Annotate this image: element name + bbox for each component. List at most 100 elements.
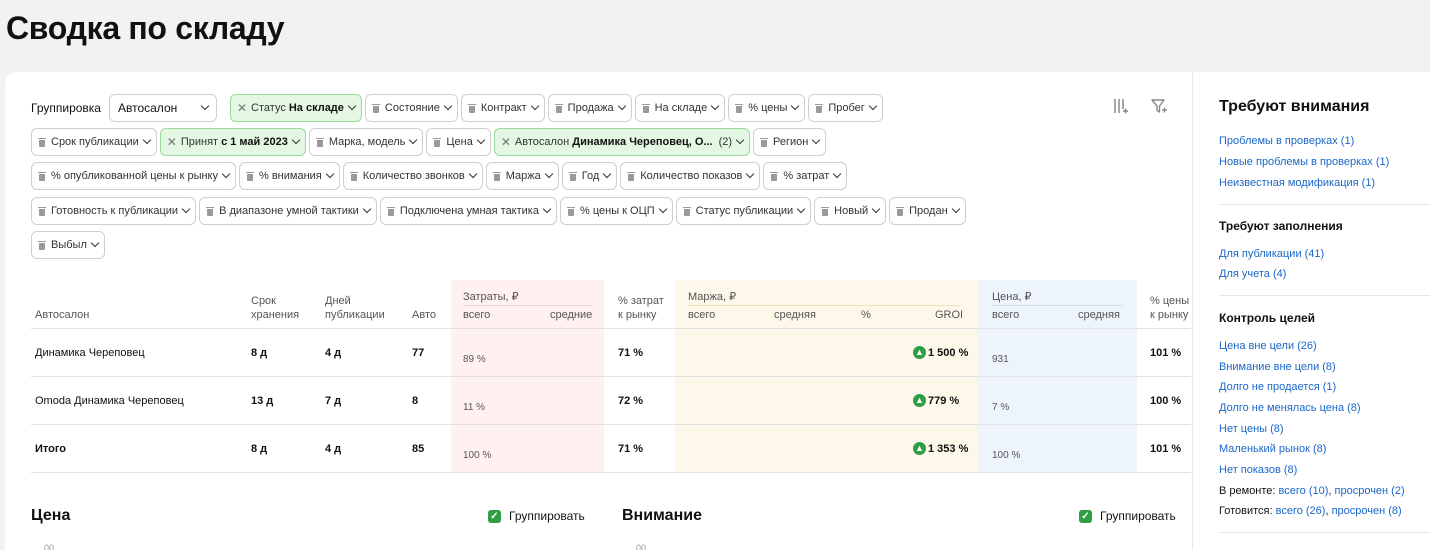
filter-chip-region[interactable]: Регион — [753, 128, 827, 156]
trash-icon[interactable] — [371, 103, 380, 113]
filter-chip-price[interactable]: Цена — [426, 128, 491, 156]
columns-settings-icon[interactable] — [1112, 97, 1130, 115]
header-days-pub[interactable]: Дней публикации — [325, 294, 395, 322]
trash-icon[interactable] — [554, 103, 563, 113]
trash-icon[interactable] — [627, 171, 636, 181]
filter-chip-dealer[interactable]: ✕ Автосалон Динамика Череповец, О... (2) — [493, 128, 751, 156]
header-price-avg[interactable]: средняя — [1078, 308, 1120, 322]
link-price-unchanged[interactable]: Долго не менялась цена (8) — [1219, 402, 1361, 414]
trash-icon[interactable] — [246, 171, 254, 181]
filter-chip-contract[interactable]: Контракт — [460, 94, 545, 122]
filter-chip-condition[interactable]: Состояние — [364, 94, 458, 122]
row-1-dealer[interactable]: Динамика Череповец — [35, 347, 145, 359]
header-margin-pct[interactable]: % — [861, 308, 871, 322]
header-costs-total[interactable]: всего — [463, 308, 490, 322]
filter-chip-sold[interactable]: Продан — [889, 197, 966, 225]
add-filter-icon[interactable] — [1150, 97, 1168, 115]
close-icon[interactable]: ✕ — [167, 135, 177, 149]
filter-chip-smart-enabled[interactable]: Подключена умная тактика — [379, 197, 557, 225]
header-costs-avg[interactable]: средние — [550, 308, 592, 322]
filter-chip-pub-term[interactable]: Срок публикации — [31, 128, 157, 156]
link-check-problems[interactable]: Проблемы в проверках (1) — [1219, 135, 1354, 147]
link-for-accounting[interactable]: Для учета (4) — [1219, 268, 1286, 280]
trash-icon[interactable] — [896, 206, 905, 216]
filter-chip-make-model[interactable]: Марка, модель — [308, 128, 424, 156]
trash-icon[interactable] — [492, 171, 501, 181]
trash-icon[interactable] — [38, 171, 46, 181]
header-groi[interactable]: GROI — [935, 308, 963, 322]
filter-chip-smart-range[interactable]: В диапазоне умной тактики — [199, 197, 377, 225]
link-price-off-target[interactable]: Цена вне цели (26) — [1219, 340, 1317, 352]
header-margin-total[interactable]: всего — [688, 308, 715, 322]
trash-icon[interactable] — [770, 171, 779, 181]
filter-chip-year[interactable]: Год — [561, 162, 618, 190]
link-small-market[interactable]: Маленький рынок (8) — [1219, 443, 1326, 455]
trash-icon[interactable] — [682, 206, 691, 216]
filter-chip-status[interactable]: ✕ Статус На складе — [229, 94, 362, 122]
grouping-select[interactable]: Автосалон — [108, 94, 217, 122]
link-long-unsold[interactable]: Долго не продается (1) — [1219, 381, 1336, 393]
trash-icon[interactable] — [433, 137, 442, 147]
filter-chip-sale[interactable]: Продажа — [547, 94, 632, 122]
trash-icon[interactable] — [760, 137, 769, 147]
header-cars[interactable]: Авто — [412, 308, 436, 322]
close-icon[interactable]: ✕ — [501, 135, 511, 149]
attention-group-checkbox[interactable]: ✓ Группировать — [1079, 509, 1176, 523]
link-for-publication[interactable]: Для публикации (41) — [1219, 248, 1324, 260]
header-margin-avg[interactable]: средняя — [774, 308, 816, 322]
link-repair-overdue[interactable]: просрочен (2) — [1335, 485, 1405, 497]
filter-chip-in-stock[interactable]: На складе — [634, 94, 726, 122]
trash-icon[interactable] — [735, 103, 744, 113]
row-2-dealer[interactable]: Omoda Динамика Череповец — [35, 395, 184, 407]
filter-chip-retired[interactable]: Выбыл — [31, 231, 105, 259]
filter-row-5: Выбыл — [31, 231, 105, 259]
filter-chip-accepted[interactable]: ✕ Принят с 1 май 2023 — [159, 128, 306, 156]
close-icon[interactable]: ✕ — [237, 101, 247, 115]
trash-icon[interactable] — [38, 206, 46, 216]
row-divider — [31, 424, 1191, 425]
price-group-checkbox[interactable]: ✓ Группировать — [488, 509, 585, 523]
trash-icon[interactable] — [467, 103, 476, 113]
filter-chip-mileage[interactable]: Пробег — [808, 94, 883, 122]
header-dealer[interactable]: Автосалон — [35, 308, 89, 322]
filter-chip-margin[interactable]: Маржа — [485, 162, 559, 190]
filter-chip-costs-pct[interactable]: % затрат — [763, 162, 848, 190]
trash-icon[interactable] — [815, 103, 824, 113]
trash-icon[interactable] — [38, 240, 46, 250]
chip-label: Выбыл — [51, 239, 87, 251]
link-no-views[interactable]: Нет показов (8) — [1219, 464, 1297, 476]
trash-icon[interactable] — [568, 171, 577, 181]
header-storage[interactable]: Срок хранения — [251, 294, 311, 322]
filter-chip-calls[interactable]: Количество звонков — [342, 162, 483, 190]
link-unknown-modification[interactable]: Неизвестная модификация (1) — [1219, 177, 1375, 189]
trash-icon[interactable] — [386, 206, 395, 216]
trash-icon[interactable] — [566, 206, 575, 216]
header-costs-pct[interactable]: % затрат к рынку — [618, 294, 668, 322]
filter-chip-views[interactable]: Количество показов — [620, 162, 761, 190]
header-price-pct[interactable]: % цены к рынку — [1150, 294, 1195, 322]
trash-icon[interactable] — [206, 206, 215, 216]
link-no-price[interactable]: Нет цены (8) — [1219, 423, 1284, 435]
filter-chip-attention-pct[interactable]: % внимания — [239, 162, 340, 190]
link-repair-all[interactable]: всего (10) — [1279, 485, 1329, 497]
link-new-check-problems[interactable]: Новые проблемы в проверках (1) — [1219, 156, 1389, 168]
filter-chip-price-pct[interactable]: % цены — [728, 94, 806, 122]
trash-icon[interactable] — [38, 137, 46, 147]
header-costs[interactable]: Затраты, ₽ — [463, 290, 519, 304]
filter-chip-new[interactable]: Новый — [814, 197, 887, 225]
price-header-divider — [992, 305, 1122, 306]
trash-icon[interactable] — [315, 137, 324, 147]
link-preparing-overdue[interactable]: просрочен (8) — [1332, 505, 1402, 517]
filter-chip-pub-readiness[interactable]: Готовность к публикации — [31, 197, 197, 225]
trash-icon[interactable] — [641, 103, 650, 113]
trash-icon[interactable] — [821, 206, 830, 216]
trash-icon[interactable] — [349, 171, 358, 181]
filter-chip-pub-price-to-market[interactable]: % опубликованной цены к рынку — [31, 162, 236, 190]
header-margin[interactable]: Маржа, ₽ — [688, 290, 736, 304]
link-preparing-all[interactable]: всего (26) — [1276, 505, 1326, 517]
link-attention-off-target[interactable]: Внимание вне цели (8) — [1219, 361, 1336, 373]
filter-chip-price-to-ocp[interactable]: % цены к ОЦП — [559, 197, 673, 225]
filter-chip-pub-status[interactable]: Статус публикации — [675, 197, 812, 225]
header-price-total[interactable]: всего — [992, 308, 1019, 322]
header-price[interactable]: Цена, ₽ — [992, 290, 1032, 304]
